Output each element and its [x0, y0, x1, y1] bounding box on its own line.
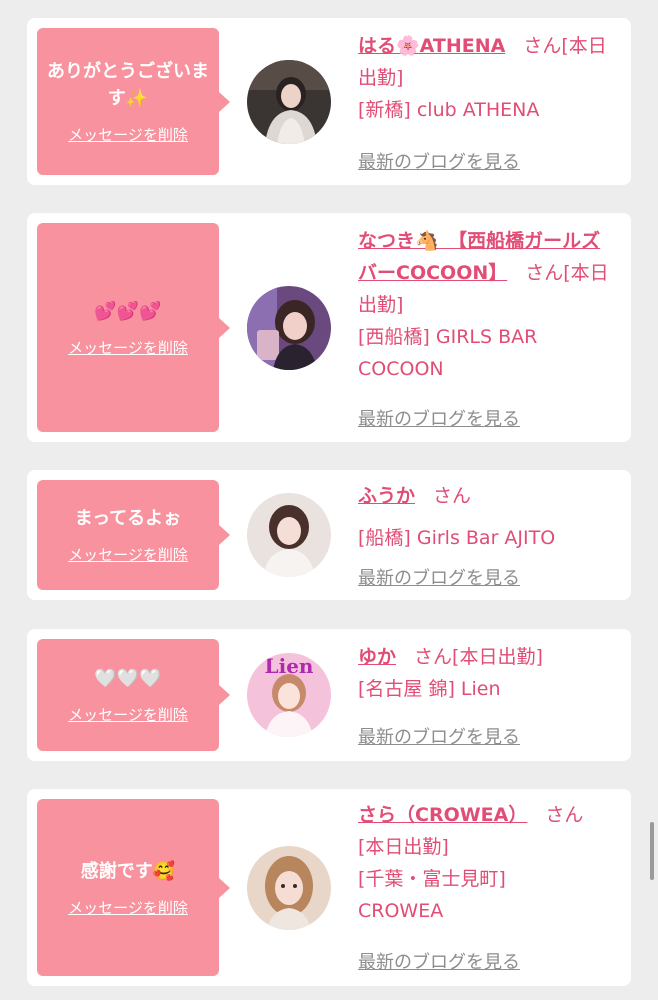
shop-name: [名古屋 錦] Lien	[358, 678, 501, 700]
cast-info: ふうか さん [船橋] Girls Bar AJITO	[358, 480, 614, 564]
honorific: さん	[525, 262, 564, 284]
work-status: [本日出勤]	[358, 836, 449, 858]
cast-name-link[interactable]: さら（CROWEA）	[358, 804, 527, 826]
latest-blog-link[interactable]: 最新のブログを見る	[358, 405, 520, 431]
cast-info: ゆか さん[本日出勤] [名古屋 錦] Lien	[358, 641, 614, 705]
cast-name-link[interactable]: ふうか	[358, 485, 415, 507]
message-bubble: まってるよぉ メッセージを削除	[37, 480, 230, 590]
shop-name: [西船橋] GIRLS BAR COCOON	[358, 326, 538, 380]
scrollbar[interactable]	[650, 822, 654, 880]
latest-blog-link[interactable]: 最新のブログを見る	[358, 723, 520, 749]
message-text: まってるよぉ	[74, 508, 182, 529]
latest-blog-link[interactable]: 最新のブログを見る	[358, 948, 520, 974]
delete-message-link[interactable]: メッセージを削除	[68, 124, 188, 145]
honorific: さん	[545, 804, 584, 826]
cast-avatar[interactable]	[247, 60, 331, 144]
delete-message-link[interactable]: メッセージを削除	[68, 704, 188, 725]
cast-info: さら（CROWEA） さん [本日出勤] [千葉・富士見町] CROWEA	[358, 799, 614, 927]
cast-avatar[interactable]	[247, 286, 331, 370]
cast-avatar[interactable]: Lien	[247, 653, 331, 737]
delete-message-link[interactable]: メッセージを削除	[68, 337, 188, 358]
message-text: 🤍🤍🤍	[94, 668, 162, 689]
message-card: ありがとうございます✨ メッセージを削除 はる🌸ATHENA さん[本日出勤] […	[27, 18, 631, 185]
message-card: 💕💕💕 メッセージを削除 なつき🐴 【西船橋ガールズバーCOCOON】 さん[本日…	[27, 213, 631, 442]
cast-photo-avatar-icon	[247, 60, 331, 144]
message-text: 💕💕💕	[94, 300, 162, 322]
latest-blog-link[interactable]: 最新のブログを見る	[358, 148, 520, 174]
cast-photo-avatar-icon: Lien	[247, 653, 331, 737]
message-text: ありがとうございます✨	[47, 61, 209, 109]
cast-name-link[interactable]: ゆか	[358, 646, 396, 668]
honorific: さん	[433, 485, 472, 507]
latest-blog-link[interactable]: 最新のブログを見る	[358, 564, 520, 590]
delete-message-link[interactable]: メッセージを削除	[68, 544, 188, 565]
cast-photo-avatar-icon	[247, 493, 331, 577]
cast-info: なつき🐴 【西船橋ガールズバーCOCOON】 さん[本日出勤] [西船橋] GIR…	[358, 225, 614, 385]
message-bubble: 💕💕💕 メッセージを削除	[37, 223, 230, 432]
cast-photo-avatar-icon	[247, 846, 331, 930]
shop-name: [千葉・富士見町] CROWEA	[358, 868, 506, 922]
message-card: 🤍🤍🤍 メッセージを削除 Lien ゆか さん[本日出勤] [名古屋 錦] Lie…	[27, 629, 631, 761]
cast-name-link[interactable]: はる🌸ATHENA	[358, 35, 505, 57]
message-bubble: ありがとうございます✨ メッセージを削除	[37, 28, 230, 175]
cast-photo-avatar-icon	[247, 286, 331, 370]
cast-avatar[interactable]	[247, 846, 331, 930]
message-card: まってるよぉ メッセージを削除 ふうか さん [船橋] Girls Bar AJI…	[27, 470, 631, 600]
work-status: [本日出勤]	[452, 646, 543, 668]
message-text: 感謝です🥰	[80, 860, 176, 882]
delete-message-link[interactable]: メッセージを削除	[68, 897, 188, 918]
shop-name: [新橋] club ATHENA	[358, 99, 540, 121]
svg-text:Lien: Lien	[265, 654, 314, 678]
cast-avatar[interactable]	[247, 493, 331, 577]
message-card: 感謝です🥰 メッセージを削除 さら（CROWEA） さん [本日出勤] [千葉・富…	[27, 789, 631, 986]
shop-name: [船橋] Girls Bar AJITO	[358, 527, 556, 549]
cast-info: はる🌸ATHENA さん[本日出勤] [新橋] club ATHENA	[358, 30, 614, 126]
honorific: さん	[523, 35, 562, 57]
message-bubble: 感謝です🥰 メッセージを削除	[37, 799, 230, 976]
message-bubble: 🤍🤍🤍 メッセージを削除	[37, 639, 230, 751]
honorific: さん	[414, 646, 453, 668]
